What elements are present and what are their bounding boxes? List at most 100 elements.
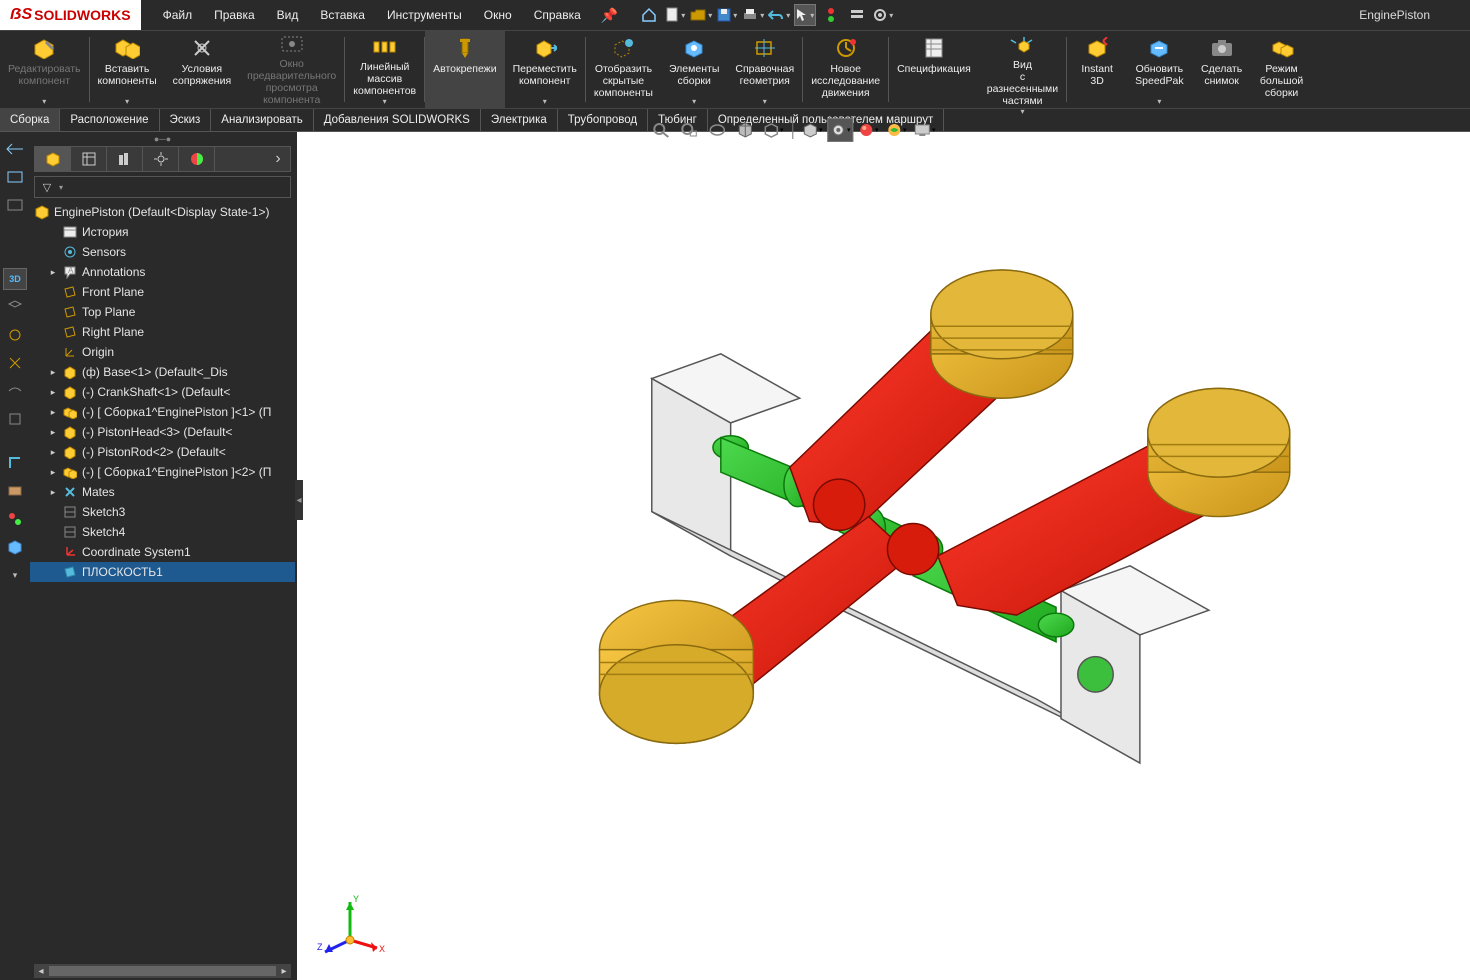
hide-show-icon[interactable] <box>827 118 853 142</box>
ribbon-large-assembly[interactable]: Режимбольшойсборки <box>1252 31 1312 108</box>
tree-item-12[interactable]: ▸(-) [ Сборка1^EnginePiston ]<2> (П <box>30 462 295 482</box>
ribbon-linear-pattern[interactable]: Линейныймассивкомпонентов▾ <box>345 31 424 108</box>
ribbon-bom[interactable]: Спецификация <box>889 31 979 108</box>
save-icon[interactable] <box>716 4 738 26</box>
menu-window[interactable]: Окно <box>474 4 522 26</box>
viewport-3d[interactable]: X Y Z <box>297 132 1470 980</box>
tree-item-3[interactable]: Front Plane <box>30 282 295 302</box>
dimxpert-tab[interactable] <box>143 147 179 171</box>
panel-pin-icon[interactable]: ●─● <box>154 134 171 144</box>
tree-item-2[interactable]: ▸AAnnotations <box>30 262 295 282</box>
panel-tabs-more[interactable]: › <box>266 147 290 171</box>
tree-item-8[interactable]: ▸(-) CrankShaft<1> (Default< <box>30 382 295 402</box>
new-icon[interactable] <box>664 4 686 26</box>
settings-icon[interactable] <box>872 4 894 26</box>
home-icon[interactable] <box>638 4 660 26</box>
menu-insert[interactable]: Вставка <box>310 4 375 26</box>
zoom-fit-icon[interactable] <box>648 118 674 142</box>
appearance-icon[interactable] <box>855 118 881 142</box>
tree-item-15[interactable]: Sketch4 <box>30 522 295 542</box>
tab-2[interactable]: Эскиз <box>160 109 212 131</box>
tree-item-1[interactable]: Sensors <box>30 242 295 262</box>
tree-item-17[interactable]: ПЛОСКОСТЬ1 <box>30 562 295 582</box>
menu-view[interactable]: Вид <box>267 4 309 26</box>
tree-item-0[interactable]: История <box>30 222 295 242</box>
menu-file[interactable]: Файл <box>153 4 203 26</box>
menu-tools[interactable]: Инструменты <box>377 4 472 26</box>
feature-tree-panel: ●─● › ▽ ▾ EnginePiston (Default<Display … <box>30 132 295 980</box>
tree-item-10[interactable]: ▸(-) PistonHead<3> (Default< <box>30 422 295 442</box>
ribbon-mate[interactable]: Условиясопряжения <box>165 31 240 108</box>
scroll-right-icon[interactable]: ▸ <box>277 966 291 977</box>
ribbon-speedpak[interactable]: ОбновитьSpeedPak▾ <box>1127 31 1191 108</box>
tree-filter[interactable]: ▽ ▾ <box>34 176 291 198</box>
display-tab[interactable] <box>179 147 215 171</box>
ribbon-motion-study[interactable]: Новоеисследованиедвижения <box>803 31 888 108</box>
ribbon-move-component[interactable]: Переместитькомпонент▾ <box>505 31 585 108</box>
tree-item-16[interactable]: Coordinate System1 <box>30 542 295 562</box>
undo-icon[interactable] <box>768 4 790 26</box>
tab-6[interactable]: Трубопровод <box>558 109 648 131</box>
section-view-icon[interactable] <box>732 118 758 142</box>
ribbon-insert-components[interactable]: Вставитькомпоненты▾ <box>90 31 165 108</box>
ribbon-exploded-view[interactable]: Видсразнесеннымичастями▾ <box>979 31 1066 108</box>
display-style-icon[interactable] <box>799 118 825 142</box>
left-tool-5[interactable] <box>3 296 27 318</box>
left-tool-10[interactable] <box>3 452 27 474</box>
tab-1[interactable]: Расположение <box>60 109 159 131</box>
tree-root[interactable]: EnginePiston (Default<Display State-1>) <box>30 202 295 222</box>
options-icon[interactable] <box>846 4 868 26</box>
left-tool-1[interactable] <box>3 138 27 160</box>
pin-icon[interactable]: 📌 <box>601 7 618 24</box>
view-settings-icon[interactable] <box>911 118 937 142</box>
left-tool-11[interactable] <box>3 480 27 502</box>
menu-edit[interactable]: Правка <box>204 4 265 26</box>
tree-item-4[interactable]: Top Plane <box>30 302 295 322</box>
tree-item-14[interactable]: Sketch3 <box>30 502 295 522</box>
tree-item-6[interactable]: Origin <box>30 342 295 362</box>
tree-scrollbar[interactable]: ◂ ▸ <box>34 964 291 978</box>
ribbon-smart-fasteners[interactable]: Автокрепежи <box>425 31 504 108</box>
zoom-area-icon[interactable] <box>676 118 702 142</box>
left-tool-8[interactable] <box>3 380 27 402</box>
tree-item-5[interactable]: Right Plane <box>30 322 295 342</box>
scene-icon[interactable] <box>883 118 909 142</box>
tree-item-7[interactable]: ▸(ф) Base<1> (Default<_Dis <box>30 362 295 382</box>
print-icon[interactable] <box>742 4 764 26</box>
tab-3[interactable]: Анализировать <box>211 109 313 131</box>
feature-tree-tab[interactable] <box>35 147 71 171</box>
left-tool-12[interactable] <box>3 508 27 530</box>
ribbon-assembly-features[interactable]: Элементысборки▾ <box>661 31 727 108</box>
left-tool-6[interactable] <box>3 324 27 346</box>
left-tool-14[interactable]: ▾ <box>3 564 27 586</box>
tab-0[interactable]: Сборка <box>0 109 60 131</box>
left-tool-9[interactable] <box>3 408 27 430</box>
left-tool-7[interactable] <box>3 352 27 374</box>
tree-item-13[interactable]: ▸Mates <box>30 482 295 502</box>
tree-item-11[interactable]: ▸(-) PistonRod<2> (Default< <box>30 442 295 462</box>
tree-item-9[interactable]: ▸(-) [ Сборка1^EnginePiston ]<1> (П <box>30 402 295 422</box>
ribbon-snapshot[interactable]: Сделатьснимок <box>1192 31 1252 108</box>
view-orientation-icon[interactable] <box>760 118 786 142</box>
panel-splitter[interactable] <box>295 480 303 520</box>
open-icon[interactable] <box>690 4 712 26</box>
3d-views-icon[interactable]: 3D <box>3 268 27 290</box>
previous-view-icon[interactable] <box>704 118 730 142</box>
tab-4[interactable]: Добавления SOLIDWORKS <box>314 109 481 131</box>
scroll-thumb[interactable] <box>49 966 276 976</box>
ribbon-instant3d[interactable]: Instant3D <box>1067 31 1127 108</box>
ribbon-ref-geometry[interactable]: Справочнаягеометрия▾ <box>727 31 802 108</box>
left-tool-2[interactable] <box>3 166 27 188</box>
menu-help[interactable]: Справка <box>524 4 591 26</box>
ribbon-show-hidden[interactable]: Отобразитьскрытыекомпоненты <box>586 31 661 108</box>
left-tool-13[interactable] <box>3 536 27 558</box>
rebuild-icon[interactable] <box>820 4 842 26</box>
left-tool-3[interactable] <box>3 194 27 216</box>
triad-icon[interactable]: X Y Z <box>315 890 385 960</box>
scroll-left-icon[interactable]: ◂ <box>34 966 48 977</box>
assembly-features-icon <box>681 35 707 61</box>
tab-5[interactable]: Электрика <box>481 109 558 131</box>
select-icon[interactable] <box>794 4 816 26</box>
property-tab[interactable] <box>71 147 107 171</box>
config-tab[interactable] <box>107 147 143 171</box>
